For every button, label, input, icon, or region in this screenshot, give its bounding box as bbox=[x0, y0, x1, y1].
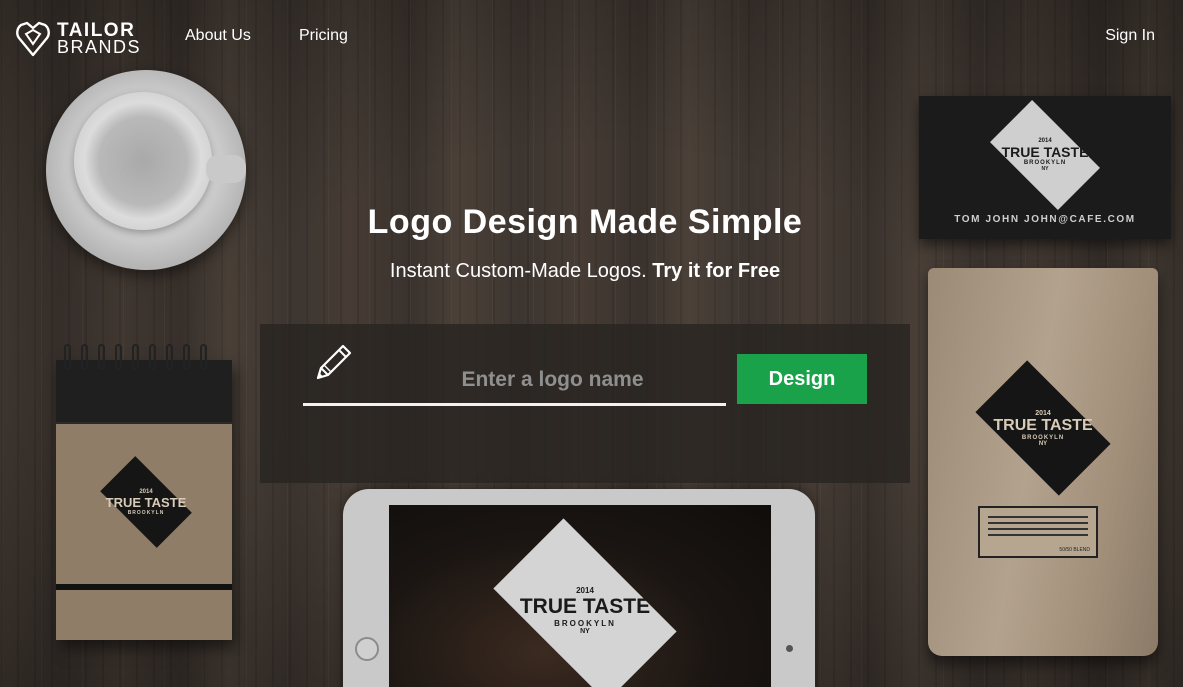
notebook-band bbox=[56, 584, 232, 590]
logo-name-input[interactable] bbox=[303, 356, 726, 406]
notebook-logo: 2014 TRUE TASTE BROOKYLN bbox=[86, 456, 206, 548]
bag-info-label: 50/50 BLEND bbox=[978, 506, 1098, 558]
ring bbox=[166, 344, 173, 370]
cup-handle bbox=[206, 155, 246, 183]
brand-logo[interactable]: TAILOR BRANDS bbox=[15, 20, 141, 58]
logo-state: NY bbox=[580, 627, 590, 635]
brand-wordmark: TAILOR BRANDS bbox=[57, 21, 142, 57]
tablet-camera bbox=[786, 645, 793, 652]
bag-label-code: 50/50 BLEND bbox=[1059, 547, 1090, 553]
logo-year: 2014 bbox=[1035, 409, 1051, 417]
ring bbox=[98, 344, 105, 370]
tablet-logo: 2014 TRUE TASTE BROOKYLN NY bbox=[465, 518, 705, 687]
logo-state: NY bbox=[1041, 166, 1049, 172]
logo-brand-name: TRUE TASTE bbox=[993, 416, 1093, 434]
notebook-rings bbox=[64, 344, 207, 370]
nav-about-link[interactable]: About Us bbox=[185, 27, 251, 45]
heart-tag-icon bbox=[16, 21, 50, 57]
hero-subtitle-text: Instant Custom-Made Logos. bbox=[389, 260, 647, 282]
hero-subtitle: Instant Custom-Made Logos. Try it for Fr… bbox=[0, 260, 1170, 283]
logo-brand-name: TRUE TASTE bbox=[1001, 144, 1089, 160]
design-button[interactable]: Design bbox=[737, 354, 867, 404]
navbar: TAILOR BRANDS About Us Pricing Sign In bbox=[0, 0, 1183, 75]
tablet-mockup: 2014 TRUE TASTE BROOKYLN NY bbox=[343, 489, 815, 687]
logo-state: NY bbox=[1038, 440, 1048, 447]
logo-city: BROOKYLN bbox=[127, 509, 165, 516]
logo-brand-name: TRUE TASTE bbox=[519, 594, 651, 618]
logo-brand-name: TRUE TASTE bbox=[105, 494, 187, 510]
ring bbox=[132, 344, 139, 370]
ring bbox=[64, 344, 71, 370]
logo-year: 2014 bbox=[576, 585, 594, 595]
nav-pricing-link[interactable]: Pricing bbox=[299, 27, 348, 45]
coffee-bag-mockup: 2014 TRUE TASTE BROOKYLN NY 50/50 BLEND bbox=[928, 268, 1158, 656]
ring bbox=[183, 344, 190, 370]
bag-logo: 2014 TRUE TASTE BROOKYLN NY bbox=[958, 360, 1128, 496]
ring bbox=[115, 344, 122, 370]
card-logo: 2014 TRUE TASTE BROOKYLN NY bbox=[975, 100, 1115, 210]
sign-in-link[interactable]: Sign In bbox=[1105, 27, 1155, 45]
logo-city: BROOKYLN bbox=[554, 618, 616, 628]
hero-title: Logo Design Made Simple bbox=[367, 203, 803, 241]
label-text-lines bbox=[988, 516, 1088, 518]
ring bbox=[200, 344, 207, 370]
tablet-home-button bbox=[355, 637, 379, 661]
hero-subtitle-cta: Try it for Free bbox=[652, 260, 781, 282]
brand-line2: BRANDS bbox=[57, 37, 142, 57]
tablet-screen: 2014 TRUE TASTE BROOKYLN NY bbox=[389, 505, 771, 687]
ring bbox=[81, 344, 88, 370]
ring bbox=[149, 344, 156, 370]
